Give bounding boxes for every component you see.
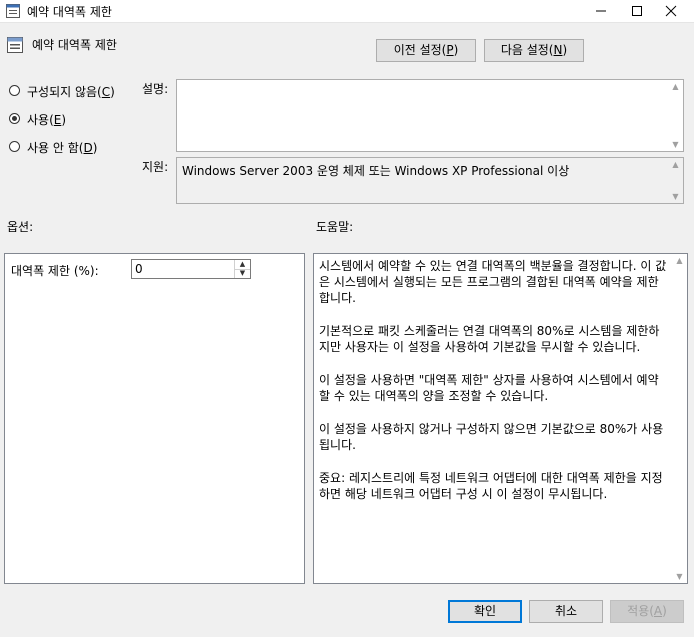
policy-app-icon bbox=[6, 4, 20, 18]
help-text: 시스템에서 예약할 수 있는 연결 대역폭의 백분율을 결정합니다. 이 값은 … bbox=[319, 258, 667, 519]
radio-circle bbox=[9, 85, 20, 96]
spin-down-icon[interactable]: ▼ bbox=[235, 269, 250, 278]
supported-on-value: Windows Server 2003 운영 체제 또는 Windows XP … bbox=[182, 164, 570, 178]
window-title: 예약 대역폭 제한 bbox=[27, 5, 112, 19]
help-paragraph: 시스템에서 예약할 수 있는 연결 대역폭의 백분율을 결정합니다. 이 값은 … bbox=[319, 259, 667, 305]
radio-not-configured-label: 구성되지 않음(C) bbox=[27, 85, 115, 99]
previous-setting-suffix: ) bbox=[453, 43, 459, 57]
scroll-up-icon[interactable]: ▲ bbox=[675, 256, 684, 265]
scroll-down-icon[interactable]: ▼ bbox=[671, 140, 680, 149]
next-setting-button[interactable]: 다음 설정(N) bbox=[484, 39, 584, 62]
radio-circle-selected bbox=[9, 113, 20, 124]
options-panel: 대역폭 제한 (%): 0 ▲ ▼ bbox=[4, 253, 305, 584]
options-heading: 옵션: bbox=[7, 220, 34, 234]
help-panel: 시스템에서 예약할 수 있는 연결 대역폭의 백분율을 결정합니다. 이 값은 … bbox=[313, 253, 688, 584]
radio-enabled-label: 사용(E) bbox=[27, 113, 67, 127]
help-paragraph: 중요: 레지스트리에 특정 네트워크 어댑터에 대한 대역폭 제한을 지정하면 … bbox=[319, 471, 663, 501]
supported-scrollbar[interactable]: ▲ ▼ bbox=[668, 158, 683, 203]
minimize-icon bbox=[596, 10, 606, 12]
apply-suffix: ) bbox=[662, 604, 667, 618]
apply-label: 적용( bbox=[627, 604, 654, 618]
comment-scrollbar[interactable]: ▲ ▼ bbox=[668, 80, 683, 151]
close-icon bbox=[665, 5, 677, 17]
comment-label: 설명: bbox=[142, 82, 169, 96]
radio-disabled-label: 사용 안 함(D) bbox=[27, 141, 98, 155]
scroll-down-icon[interactable]: ▼ bbox=[675, 572, 684, 581]
bandwidth-limit-value[interactable]: 0 bbox=[135, 262, 143, 276]
comment-textarea[interactable]: ▲ ▼ bbox=[176, 79, 684, 152]
scroll-up-icon[interactable]: ▲ bbox=[671, 82, 680, 91]
setting-title: 예약 대역폭 제한 bbox=[32, 38, 117, 52]
help-paragraph: 기본적으로 패킷 스케줄러는 연결 대역폭의 80%로 시스템을 제한하지만 사… bbox=[319, 324, 660, 354]
close-button[interactable] bbox=[648, 0, 694, 22]
bandwidth-limit-label: 대역폭 제한 (%): bbox=[11, 264, 99, 278]
maximize-icon bbox=[632, 6, 642, 16]
help-paragraph: 이 설정을 사용하지 않거나 구성하지 않으면 기본값으로 80%가 사용됩니다… bbox=[319, 422, 664, 452]
ok-button[interactable]: 확인 bbox=[448, 600, 522, 623]
help-heading: 도움말: bbox=[316, 220, 354, 234]
bandwidth-limit-spinbox[interactable]: 0 ▲ ▼ bbox=[131, 259, 251, 279]
scroll-up-icon[interactable]: ▲ bbox=[671, 160, 680, 169]
apply-accesskey: A bbox=[653, 604, 663, 618]
policy-setting-icon bbox=[7, 37, 23, 53]
previous-setting-button[interactable]: 이전 설정(P) bbox=[376, 39, 476, 62]
title-bar: 예약 대역폭 제한 bbox=[0, 0, 694, 23]
spin-buttons: ▲ ▼ bbox=[234, 260, 250, 278]
cancel-button[interactable]: 취소 bbox=[529, 600, 603, 623]
help-paragraph: 이 설정을 사용하면 "대역폭 제한" 상자를 사용하여 시스템에서 예약할 수… bbox=[319, 373, 659, 403]
next-setting-suffix: ) bbox=[562, 43, 568, 57]
supported-on-box: Windows Server 2003 운영 체제 또는 Windows XP … bbox=[176, 157, 684, 204]
supported-on-label: 지원: bbox=[142, 160, 169, 174]
radio-circle bbox=[9, 141, 20, 152]
previous-setting-label: 이전 설정( bbox=[393, 43, 447, 57]
next-setting-label: 다음 설정( bbox=[500, 43, 554, 57]
scroll-down-icon[interactable]: ▼ bbox=[671, 192, 680, 201]
help-scrollbar[interactable]: ▲ ▼ bbox=[672, 254, 687, 583]
previous-setting-accesskey: P bbox=[446, 43, 454, 57]
apply-button[interactable]: 적용(A) bbox=[610, 600, 684, 623]
